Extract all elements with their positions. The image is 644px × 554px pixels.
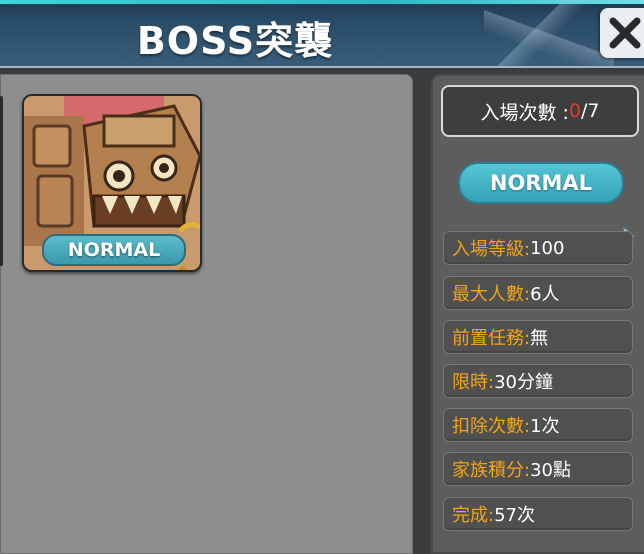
info-value: 1次	[530, 416, 560, 437]
info-row-family-points: 家族積分: 30點	[443, 452, 633, 486]
entry-count-label: 入場次數 :	[480, 101, 569, 124]
info-label: 最大人數:	[452, 284, 531, 305]
page-title: BOSS突襲	[136, 19, 334, 63]
info-row-completed: 完成: 57次	[443, 497, 633, 531]
info-label: 扣除次數:	[452, 416, 531, 437]
entry-count-box: 入場次數 : 0 / 7	[441, 85, 639, 137]
info-label: 前置任務:	[452, 328, 531, 349]
close-icon	[609, 17, 641, 49]
card-difficulty-badge: NORMAL	[42, 234, 186, 266]
difficulty-selector[interactable]: NORMAL	[458, 162, 624, 204]
header-bar: BOSS突襲	[0, 0, 644, 68]
info-label: 完成:	[452, 505, 495, 526]
info-value: 6人	[530, 284, 560, 305]
boss-card[interactable]: NORMAL	[22, 94, 202, 272]
info-row-max-players: 最大人數: 6人	[443, 276, 633, 310]
close-button[interactable]	[600, 8, 644, 58]
info-value: 100	[530, 237, 565, 259]
info-label: 限時:	[452, 372, 495, 393]
entry-count-max: 7	[587, 100, 600, 122]
previous-card-edge[interactable]	[0, 96, 3, 266]
info-value: 57次	[494, 505, 535, 526]
info-label: 入場等級:	[452, 239, 531, 260]
info-row-deducted-count: 扣除次數: 1次	[443, 408, 633, 442]
header-decoration	[484, 0, 614, 66]
info-value: 無	[530, 328, 549, 349]
info-value: 30點	[530, 460, 571, 481]
info-value: 30分鐘	[494, 372, 553, 393]
info-label: 家族積分:	[452, 460, 531, 481]
entry-count-used: 0	[568, 100, 582, 122]
info-row-prerequisite: 前置任務: 無	[443, 320, 633, 354]
info-row-time-limit: 限時: 30分鐘	[443, 364, 633, 398]
info-row-entry-level: 入場等級: 100	[443, 231, 633, 265]
